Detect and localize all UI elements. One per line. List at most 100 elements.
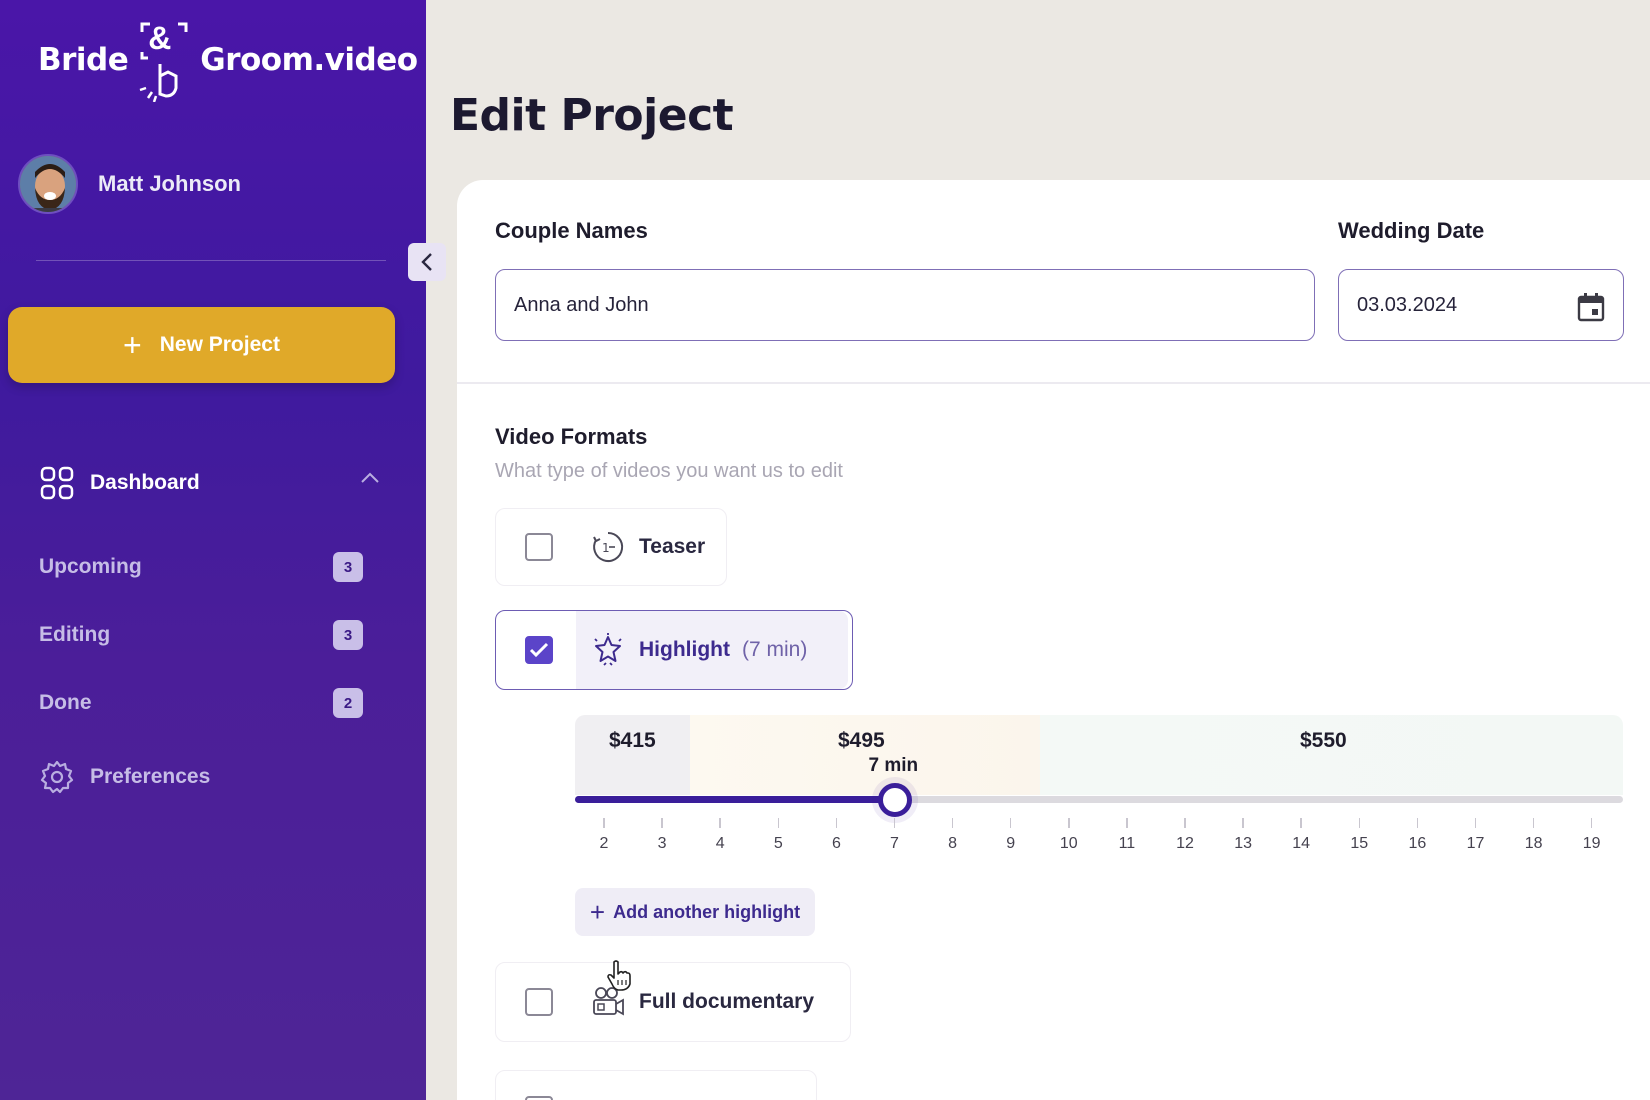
slider-tick bbox=[1184, 818, 1186, 828]
count-badge: 3 bbox=[333, 552, 363, 582]
user-profile[interactable]: Matt Johnson bbox=[18, 154, 241, 214]
sidebar-item-done[interactable]: Done 2 bbox=[39, 688, 363, 718]
gear-icon bbox=[40, 760, 74, 794]
slider-tick bbox=[835, 818, 838, 828]
section-divider bbox=[457, 382, 1650, 384]
price-tier-1: $415 bbox=[575, 715, 690, 795]
slider-tick-label: 13 bbox=[1234, 835, 1252, 852]
video-formats-title: Video Formats bbox=[495, 424, 648, 449]
brand-name-right: Groom.video bbox=[200, 42, 418, 78]
slider-tick bbox=[951, 818, 954, 828]
sparkle-star-icon bbox=[594, 633, 622, 666]
sidebar-item-preferences[interactable]: Preferences bbox=[40, 760, 210, 794]
add-highlight-button[interactable]: + Add another highlight bbox=[575, 888, 815, 936]
slider-tick-label: 9 bbox=[1006, 835, 1016, 852]
sidebar: Bride & Groom.video Matt Johnson + New P… bbox=[0, 0, 426, 1100]
svg-text:1: 1 bbox=[602, 541, 610, 555]
user-name: Matt Johnson bbox=[98, 171, 241, 196]
slider-tick-label: 3 bbox=[657, 835, 667, 852]
dashboard-label: Dashboard bbox=[90, 471, 200, 494]
chevron-up-icon[interactable] bbox=[360, 472, 380, 484]
brand-name-left: Bride bbox=[38, 42, 129, 78]
format-duration: (7 min) bbox=[741, 638, 808, 661]
tier-price: $550 bbox=[1300, 729, 1347, 752]
couple-names-label: Couple Names bbox=[495, 218, 648, 243]
dashboard-grid-icon bbox=[40, 466, 74, 500]
slider-tick bbox=[1300, 818, 1302, 828]
slider-tick bbox=[1590, 818, 1593, 828]
collapse-sidebar-button[interactable] bbox=[408, 243, 446, 281]
avatar[interactable] bbox=[18, 154, 78, 214]
format-option-highlight[interactable]: Highlight (7 min) bbox=[495, 610, 853, 690]
slider-tick-label: 17 bbox=[1466, 835, 1485, 852]
slider-tick bbox=[1532, 818, 1535, 828]
video-formats-subtitle: What type of videos you want us to edit bbox=[495, 460, 843, 482]
slider-tick-label: 15 bbox=[1350, 835, 1369, 852]
highlight-checkbox[interactable] bbox=[525, 636, 553, 664]
clock-one-minute-icon: 1 bbox=[593, 531, 624, 562]
price-tier-3: $550 bbox=[1040, 715, 1623, 795]
format-label: Teaser bbox=[639, 535, 706, 558]
sidebar-item-label: Upcoming bbox=[39, 555, 142, 578]
slider-tick-label: 12 bbox=[1176, 835, 1194, 852]
plus-icon: + bbox=[589, 897, 606, 927]
plus-icon: + bbox=[123, 327, 142, 363]
format-label: Highlight bbox=[639, 638, 730, 661]
slider-tick bbox=[661, 818, 663, 828]
slider-tick bbox=[1474, 818, 1477, 828]
preferences-label: Preferences bbox=[90, 765, 211, 788]
tier-price: $495 bbox=[838, 729, 885, 752]
teaser-checkbox[interactable] bbox=[525, 533, 553, 561]
slider-tick-label: 18 bbox=[1524, 835, 1543, 852]
format-option-partial[interactable] bbox=[495, 1070, 817, 1100]
slider-tick bbox=[1242, 818, 1244, 828]
partial-checkbox[interactable] bbox=[525, 1096, 553, 1100]
price-tier-2: $495 bbox=[690, 715, 1040, 795]
wedding-date-label: Wedding Date bbox=[1338, 218, 1485, 243]
slider-tick-label: 5 bbox=[773, 835, 783, 852]
slider-tick-label: 19 bbox=[1582, 835, 1601, 852]
full-documentary-checkbox[interactable] bbox=[525, 988, 553, 1016]
slider-tick bbox=[719, 818, 721, 828]
slider-tick bbox=[1068, 818, 1070, 828]
wedding-date-input[interactable]: 03.03.2024 bbox=[1338, 269, 1624, 341]
slider-tick-label: 7 bbox=[890, 835, 899, 852]
slider-tick-label: 4 bbox=[715, 835, 725, 852]
chevron-left-icon bbox=[421, 253, 432, 271]
format-option-full-documentary[interactable]: Full documentary bbox=[495, 962, 851, 1042]
count-badge: 2 bbox=[333, 688, 363, 718]
brand-logo[interactable]: Bride & Groom.video bbox=[38, 18, 418, 102]
sidebar-item-upcoming[interactable]: Upcoming 3 bbox=[39, 552, 363, 582]
slider-tick bbox=[1126, 818, 1128, 828]
sidebar-divider bbox=[36, 260, 386, 261]
brand-amp-mark: & bbox=[130, 18, 198, 102]
sidebar-item-editing[interactable]: Editing 3 bbox=[39, 620, 363, 650]
calendar-icon[interactable] bbox=[1577, 292, 1605, 322]
format-label: Full documentary bbox=[639, 990, 815, 1013]
slider-value-label: 7 min bbox=[868, 755, 919, 776]
slider-tick-label: 14 bbox=[1292, 835, 1311, 852]
brand-amp: & bbox=[148, 20, 172, 56]
user-photo-icon bbox=[20, 156, 76, 212]
sidebar-item-label: Editing bbox=[39, 623, 111, 646]
couple-names-input[interactable]: Anna and John bbox=[495, 269, 1315, 341]
tier-price: $415 bbox=[609, 729, 656, 752]
slider-tick-label: 2 bbox=[599, 835, 609, 852]
duration-slider-fill bbox=[575, 796, 895, 803]
format-option-teaser[interactable]: 1 Teaser bbox=[495, 508, 727, 586]
new-project-button[interactable]: + New Project bbox=[8, 307, 395, 383]
slider-tick bbox=[603, 818, 605, 828]
new-project-label: New Project bbox=[159, 333, 280, 356]
slider-tick-label: 16 bbox=[1408, 835, 1427, 852]
slider-tick-label: 10 bbox=[1059, 835, 1078, 852]
slider-tick-label: 8 bbox=[948, 835, 958, 852]
add-highlight-label: Add another highlight bbox=[613, 901, 801, 922]
checkmark-icon bbox=[529, 642, 549, 658]
sidebar-item-dashboard[interactable]: Dashboard bbox=[40, 466, 380, 500]
slider-tick-label: 6 bbox=[831, 835, 841, 852]
slider-tick-label: 11 bbox=[1118, 835, 1136, 852]
slider-tick bbox=[893, 818, 896, 828]
slider-tick bbox=[1009, 818, 1012, 828]
slider-tick bbox=[777, 818, 780, 828]
duration-slider-thumb[interactable] bbox=[877, 783, 912, 817]
